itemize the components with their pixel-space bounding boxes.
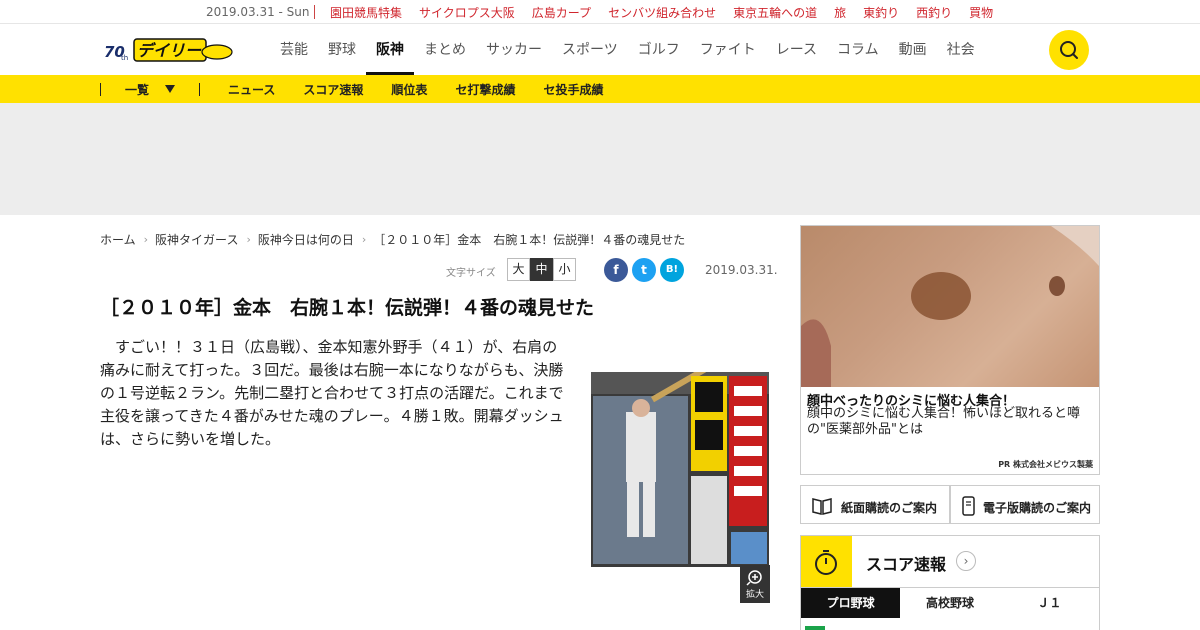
chevron-right-icon: › xyxy=(246,233,251,246)
score-widget: スコア速報 › プロ野球 高校野球 Ｊ１ xyxy=(800,535,1100,630)
subnav-links: ニュース スコア速報 順位表 セ打撃成績 セ投手成績 xyxy=(228,81,631,98)
newspaper-front-page-image[interactable] xyxy=(591,372,769,567)
search-button[interactable] xyxy=(1049,30,1089,70)
nav-item-race[interactable]: レース xyxy=(766,25,827,75)
top-link[interactable]: 西釣り xyxy=(916,4,952,21)
top-link[interactable]: 広島カープ xyxy=(532,4,591,21)
nav-item-video[interactable]: 動画 xyxy=(889,25,937,75)
score-title[interactable]: スコア速報 xyxy=(866,551,946,575)
score-tabs: プロ野球 高校野球 Ｊ１ xyxy=(801,587,1099,618)
main-nav: 芸能 野球 阪神 まとめ サッカー スポーツ ゴルフ ファイト レース コラム … xyxy=(270,25,985,75)
search-icon xyxy=(1060,41,1078,59)
nav-item-sports[interactable]: スポーツ xyxy=(552,25,628,75)
sub-nav: 一覧 ニュース スコア速報 順位表 セ打撃成績 セ投手成績 xyxy=(0,75,1200,103)
chevron-right-icon: › xyxy=(143,233,149,246)
subnav-divider xyxy=(100,83,101,96)
nav-item-society[interactable]: 社会 xyxy=(937,25,985,75)
daily-logo[interactable]: 70 th デイリー xyxy=(104,35,234,63)
nav-item-soccer[interactable]: サッカー xyxy=(476,25,552,75)
nav-item-hanshin[interactable]: 阪神 xyxy=(366,25,414,75)
breadcrumb-today[interactable]: 阪神今日は何の日 xyxy=(258,231,354,248)
top-link[interactable]: 買物 xyxy=(969,4,993,21)
svg-text:th: th xyxy=(121,54,128,62)
banner-ad-area xyxy=(0,103,1200,215)
newspaper-icon xyxy=(812,498,832,515)
chevron-right-icon: › xyxy=(361,233,367,246)
breadcrumb-tigers[interactable]: 阪神タイガース xyxy=(155,231,238,248)
top-divider xyxy=(314,5,315,19)
nav-item-yakyu[interactable]: 野球 xyxy=(318,25,366,75)
top-link[interactable]: センバツ組み合わせ xyxy=(608,4,716,21)
top-link[interactable]: 園田競馬特集 xyxy=(330,4,402,21)
subnav-link-pitching[interactable]: セ投手成績 xyxy=(543,81,603,98)
stopwatch-icon xyxy=(801,536,852,587)
dropdown-arrow-icon[interactable] xyxy=(165,85,175,93)
font-size-small-button[interactable]: 小 xyxy=(553,258,576,281)
ad-text[interactable]: 顔中のシミに悩む人集合！怖いほど取れると噂の"医薬部外品"とは xyxy=(807,406,1097,438)
digital-subscribe-button[interactable]: 電子版購読のご案内 xyxy=(950,485,1100,524)
ad-sponsor: PR 株式会社メビウス製薬 xyxy=(998,460,1093,469)
top-date: 2019.03.31 - Sun xyxy=(206,5,310,19)
front-page-illustration xyxy=(591,372,769,567)
top-links: 園田競馬特集 サイクロプス大阪 広島カープ センバツ組み合わせ 東京五輪への道 … xyxy=(330,4,1010,21)
breadcrumb: ホーム › 阪神タイガース › 阪神今日は何の日 › ［２０１０年］金本 右腕１… xyxy=(100,231,685,248)
category-dropdown[interactable]: 一覧 xyxy=(125,81,149,98)
font-size-medium-button[interactable]: 中 xyxy=(530,258,553,281)
breadcrumb-home[interactable]: ホーム xyxy=(100,231,136,248)
zoom-in-icon xyxy=(746,570,762,586)
subnav-link-standings[interactable]: 順位表 xyxy=(391,81,427,98)
hatena-bookmark-icon[interactable]: B! xyxy=(660,258,684,282)
top-strip: 2019.03.31 - Sun 園田競馬特集 サイクロプス大阪 広島カープ セ… xyxy=(0,0,1200,24)
breadcrumb-current: ［２０１０年］金本 右腕１本！伝説弾！４番の魂見せた xyxy=(373,233,686,247)
article-body: すごい！！３１日（広島戦）、金本知憲外野手（４１）が、右肩の痛みに耐えて打った。… xyxy=(100,338,564,448)
site-header: 70 th デイリー 芸能 野球 阪神 まとめ サッカー スポーツ ゴルフ ファ… xyxy=(0,25,1200,75)
top-link[interactable]: サイクロプス大阪 xyxy=(419,4,515,21)
top-link[interactable]: 東釣り xyxy=(863,4,899,21)
nav-item-golf[interactable]: ゴルフ xyxy=(628,25,690,75)
top-link[interactable]: 東京五輪への道 xyxy=(733,4,817,21)
sidebar-ad[interactable]: 顔中べったりのシミに悩む人集合！ 顔中のシミに悩む人集合！怖いほど取れると噂の"… xyxy=(800,225,1100,475)
article-title: ［２０１０年］金本 右腕１本！伝説弾！４番の魂見せた xyxy=(100,297,595,319)
nav-item-geino[interactable]: 芸能 xyxy=(270,25,318,75)
chevron-right-icon[interactable]: › xyxy=(956,551,976,571)
svg-text:デイリー: デイリー xyxy=(137,41,202,60)
tab-pro-baseball[interactable]: プロ野球 xyxy=(801,588,901,618)
font-size-large-button[interactable]: 大 xyxy=(507,258,530,281)
subnav-link-batting[interactable]: セ打撃成績 xyxy=(455,81,515,98)
subnav-link-news[interactable]: ニュース xyxy=(228,81,275,98)
subnav-link-score[interactable]: スコア速報 xyxy=(303,81,363,98)
top-link[interactable]: 旅 xyxy=(834,4,846,21)
paper-subscribe-label: 紙面購読のご案内 xyxy=(841,501,938,515)
nav-item-fight[interactable]: ファイト xyxy=(690,25,766,75)
ad-photo xyxy=(801,226,1099,387)
twitter-share-icon[interactable]: t xyxy=(632,258,656,282)
article-date: 2019.03.31. xyxy=(705,263,778,277)
score-row-indicator xyxy=(805,626,825,630)
subnav-divider xyxy=(199,83,200,96)
zoom-button[interactable]: 拡大 xyxy=(740,565,770,603)
tab-j1[interactable]: Ｊ１ xyxy=(999,588,1099,618)
paper-subscribe-button[interactable]: 紙面購読のご案内 xyxy=(800,485,950,524)
tab-highschool-baseball[interactable]: 高校野球 xyxy=(900,588,1000,618)
nav-item-column[interactable]: コラム xyxy=(827,25,889,75)
nav-item-matome[interactable]: まとめ xyxy=(414,25,476,75)
facebook-share-icon[interactable]: f xyxy=(604,258,628,282)
font-size-label: 文字サイズ xyxy=(446,268,496,279)
smartphone-icon xyxy=(962,496,975,516)
digital-subscribe-label: 電子版購読のご案内 xyxy=(983,501,1092,515)
zoom-label: 拡大 xyxy=(745,590,764,600)
